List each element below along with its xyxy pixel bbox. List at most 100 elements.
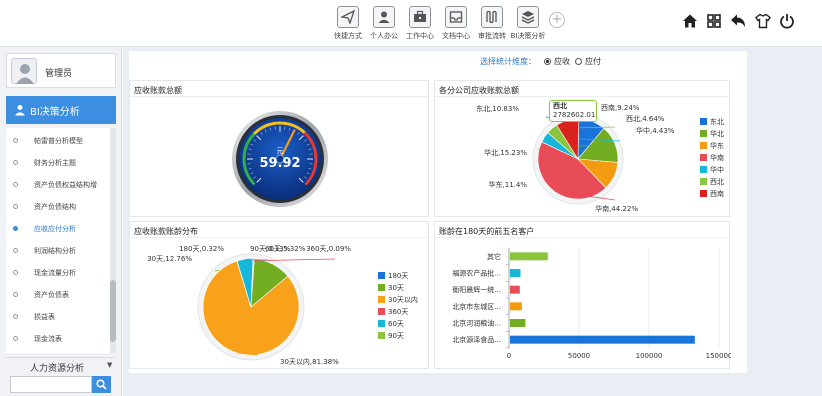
bullet-icon [13,270,18,275]
bullet-icon [13,138,18,143]
search-button[interactable] [92,376,111,393]
bar[interactable] [510,285,520,294]
y-tick-label: 北京河润粮油... [452,319,501,328]
home-icon[interactable] [682,13,698,29]
legend-item[interactable]: 180天 [378,271,408,281]
legend-swatch [378,272,385,279]
sidebar-item-debt-structure[interactable]: 资产负债结构 [6,198,110,218]
legend-item[interactable]: 30天 [378,283,404,293]
bar[interactable] [510,319,526,327]
bar[interactable] [510,269,521,277]
layers-icon [517,6,539,28]
y-tick-label: 福源农产品批... [452,269,501,278]
sidebar: 管理员 BI决策分析 帕雷普分析模型 财务分析主题 资产负债权益结构增 资产负债… [0,47,122,396]
legend-item[interactable]: 360天 [378,307,408,317]
bullet-icon [13,160,18,165]
legend-swatch [700,118,707,125]
bullet-icon [13,336,18,341]
legend-item[interactable]: 华中 [700,165,724,175]
back-icon[interactable] [730,13,746,29]
search-input[interactable] [10,376,92,393]
pie-label: 西北,4.64% [626,115,665,123]
legend-swatch [378,320,385,327]
bullet-icon [13,182,18,187]
pie-label: 西南,9.24% [601,103,640,112]
panel-title: 账龄在180天的前五名客户 [439,227,535,236]
sidebar-item-equity-structure[interactable]: 资产负债权益结构增 [6,176,110,196]
bullet-icon [13,292,18,297]
top5-bar-panel: 账龄在180天的前五名客户 0 50000 100000 150000 北京源泽食品..… [434,221,731,369]
legend-item[interactable]: 华东 [700,141,724,151]
x-tick-label: 150000 [706,352,731,360]
radio-receivable[interactable] [544,58,551,65]
legend-item[interactable]: 60天 [378,319,404,329]
sidebar-item-finance-topic[interactable]: 财务分析主题 [6,154,110,174]
top5-bar-chart: 0 50000 100000 150000 北京源泽食品... 北京河润粮油... 北京市东… [452,248,731,360]
add-tool-button[interactable]: + [549,12,565,28]
sidebar-item-pareto[interactable]: 帕雷普分析模型 [6,132,110,152]
pie-label: 360天,0.09% [306,245,351,253]
search-icon [96,379,107,390]
gauge-unit: 元 [277,147,284,155]
pie-label: 东北,10.83% [476,104,519,113]
user-name: 管理员 [45,69,73,79]
pie-label: 90天,0.13% [250,245,291,253]
sidebar-item-profit-structure[interactable]: 利润结构分析 [6,242,110,262]
legend-item[interactable]: 华北 [700,129,724,139]
pie-label: 30天,12.76% [147,255,192,263]
sidebar-item-receivable-payable[interactable]: 应收应付分析 [6,220,110,240]
pie-label: 华中,4.43% [636,126,675,135]
radio-payable-label[interactable]: 应付 [585,56,601,67]
bullet-icon [13,226,18,231]
power-icon[interactable] [779,13,795,29]
module-title: BI决策分析 [30,107,80,118]
bar[interactable] [510,335,695,344]
y-tick-label: 其它 [487,252,501,261]
y-tick-label: 北京市东城区... [452,302,501,311]
main-area: 选择统计维度： 应收 应付 应收账款总额 元 59.92 各分公司应收账款总额 … [123,47,822,396]
legend-item[interactable]: 30天以内 [378,295,418,305]
sidebar-item-balance-sheet[interactable]: 资产负债表 [6,286,110,306]
grid-icon[interactable] [706,13,722,29]
sidebar-item-cashflow-statement[interactable]: 现金流表 [6,330,110,350]
user-card[interactable]: 管理员 [6,53,116,88]
legend-swatch [378,284,385,291]
flow-icon [481,6,503,28]
legend-swatch [378,332,385,339]
pie-tooltip: 西北 2782602.01 [549,100,597,122]
aging-pie-panel: 应收账款账龄分布 180天,0.32% 30天,12.76% 30天以内,81.38… [129,221,429,369]
legend-swatch [700,142,707,149]
legend-item[interactable]: 西北 [700,177,724,187]
bi-tool[interactable]: BI决策分析 [510,6,546,44]
person-icon [373,6,395,28]
bar[interactable] [510,252,548,261]
bar[interactable] [510,302,522,311]
avatar [11,58,37,84]
sidebar-item-income-statement[interactable]: 损益表 [6,308,110,328]
pie-label: 华东,11.4% [489,180,528,189]
send-icon [337,6,359,28]
x-tick-label: 0 [507,352,511,360]
scrollbar-thumb[interactable] [110,280,116,342]
gauge-panel: 应收账款总额 元 59.92 [129,80,429,217]
tooltip-value: 2782602.01 [553,111,596,119]
divider [130,96,428,97]
module-header[interactable]: BI决策分析 [6,96,116,124]
radio-receivable-label[interactable]: 应收 [554,56,570,67]
menu-scrollbar[interactable] [110,128,116,353]
legend-item[interactable]: 90天 [378,331,404,341]
sidebar-item-cashflow-analysis[interactable]: 现金流量分析 [6,264,110,284]
gauge-chart: 元 59.92 [232,111,328,207]
briefcase-icon [409,6,431,28]
legend-item[interactable]: 西南 [700,189,724,199]
user-icon [15,105,25,116]
y-tick-label: 北京源泽食品... [452,335,501,344]
sidebar-section-hr[interactable]: 人力资源分析 ▼ [6,357,116,374]
legend-item[interactable]: 东北 [700,117,724,127]
legend-item[interactable]: 华南 [700,153,724,163]
shirt-icon[interactable] [755,13,771,29]
tool-label: BI决策分析 [510,32,546,40]
company-pie-panel: 各分公司应收账款总额 东北,10.83% 华北,15.23% 华东,11.4% 华南,… [434,80,730,217]
radio-payable[interactable] [575,58,582,65]
chevron-down-icon: ▼ [107,361,113,369]
